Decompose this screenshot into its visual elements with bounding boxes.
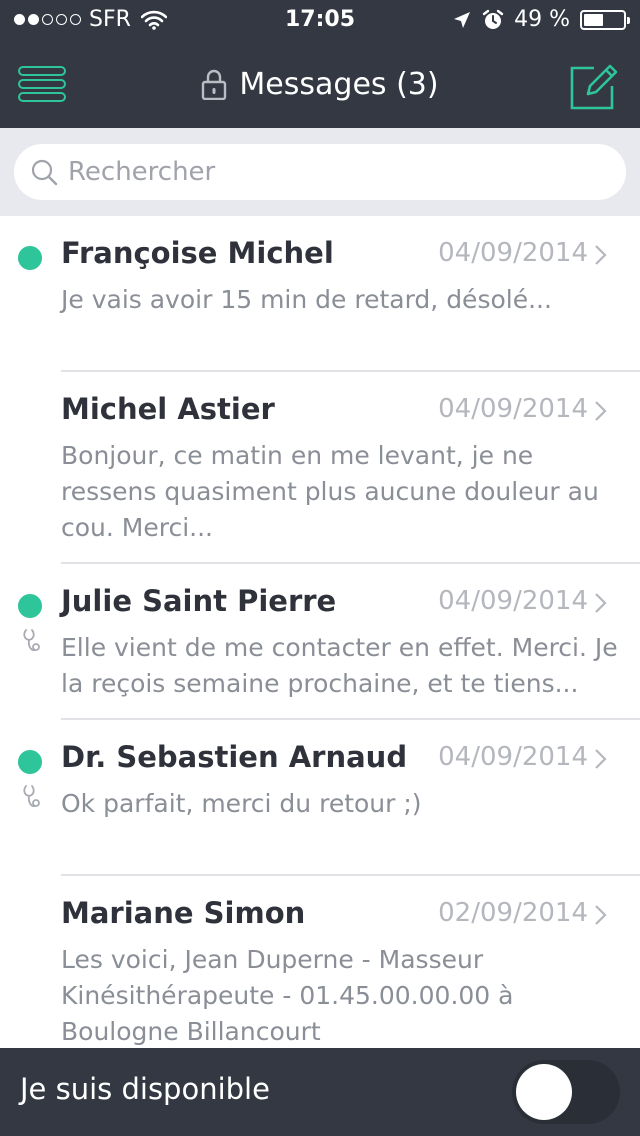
availability-bar: Je suis disponible <box>0 1048 640 1136</box>
compose-icon <box>570 64 618 110</box>
title-text: Messages (3) <box>239 66 439 102</box>
availability-label: Je suis disponible <box>20 1072 270 1106</box>
battery-level <box>584 13 603 26</box>
chevron-right-icon <box>595 749 607 769</box>
message-row[interactable]: Mariane Simon 02/09/2014 Les voici, Jean… <box>0 876 640 1048</box>
message-preview: Je vais avoir 15 min de retard, désolé..… <box>61 285 552 314</box>
page-title: Messages (3) <box>0 62 640 106</box>
status-bar: SFR 17:05 49 % <box>0 0 640 40</box>
sender-name: Françoise Michel <box>61 236 334 270</box>
message-preview: Bonjour, ce matin en me levant, je ne re… <box>61 441 599 542</box>
message-row[interactable]: Michel Astier 04/09/2014 Bonjour, ce mat… <box>0 372 640 564</box>
compose-button[interactable] <box>568 62 620 110</box>
search-icon <box>31 159 58 186</box>
search-bar <box>0 128 640 216</box>
sender-name: Dr. Sebastien Arnaud <box>61 740 408 774</box>
search-input[interactable] <box>68 157 588 187</box>
message-row[interactable]: Françoise Michel 04/09/2014 Je vais avoi… <box>0 216 640 372</box>
unread-indicator <box>18 594 42 618</box>
message-date: 02/09/2014 <box>438 898 588 928</box>
search-field[interactable] <box>14 144 626 200</box>
message-row[interactable]: Dr. Sebastien Arnaud 04/09/2014 Ok parfa… <box>0 720 640 876</box>
navigation-bar: SFR 17:05 49 % Messages (3) <box>0 0 640 128</box>
availability-toggle[interactable] <box>512 1060 620 1124</box>
unread-indicator <box>18 246 42 270</box>
stethoscope-icon <box>23 785 40 808</box>
message-date: 04/09/2014 <box>438 394 588 424</box>
unread-indicator <box>18 750 42 774</box>
message-row[interactable]: Julie Saint Pierre 04/09/2014 Elle vient… <box>0 564 640 720</box>
sender-name: Mariane Simon <box>61 896 306 930</box>
battery-percent: 49 % <box>514 7 570 32</box>
stethoscope-icon <box>23 629 40 652</box>
chevron-right-icon <box>595 401 607 421</box>
message-date: 04/09/2014 <box>438 238 588 268</box>
message-date: 04/09/2014 <box>438 742 588 772</box>
lock-icon <box>202 69 227 100</box>
message-preview: Elle vient de me contacter en effet. Mer… <box>61 633 618 698</box>
message-list: Françoise Michel 04/09/2014 Je vais avoi… <box>0 216 640 1048</box>
chevron-right-icon <box>595 905 607 925</box>
chevron-right-icon <box>595 245 607 265</box>
message-preview: Ok parfait, merci du retour ;) <box>61 789 422 818</box>
message-preview: Les voici, Jean Duperne - Masseur Kinési… <box>61 945 514 1046</box>
message-date: 04/09/2014 <box>438 586 588 616</box>
sender-name: Michel Astier <box>61 392 275 426</box>
chevron-right-icon <box>595 593 607 613</box>
alarm-clock-icon <box>482 9 504 29</box>
battery-icon <box>580 9 630 30</box>
location-arrow-icon <box>454 11 471 28</box>
sender-name: Julie Saint Pierre <box>61 584 337 618</box>
toggle-knob[interactable] <box>516 1064 572 1120</box>
